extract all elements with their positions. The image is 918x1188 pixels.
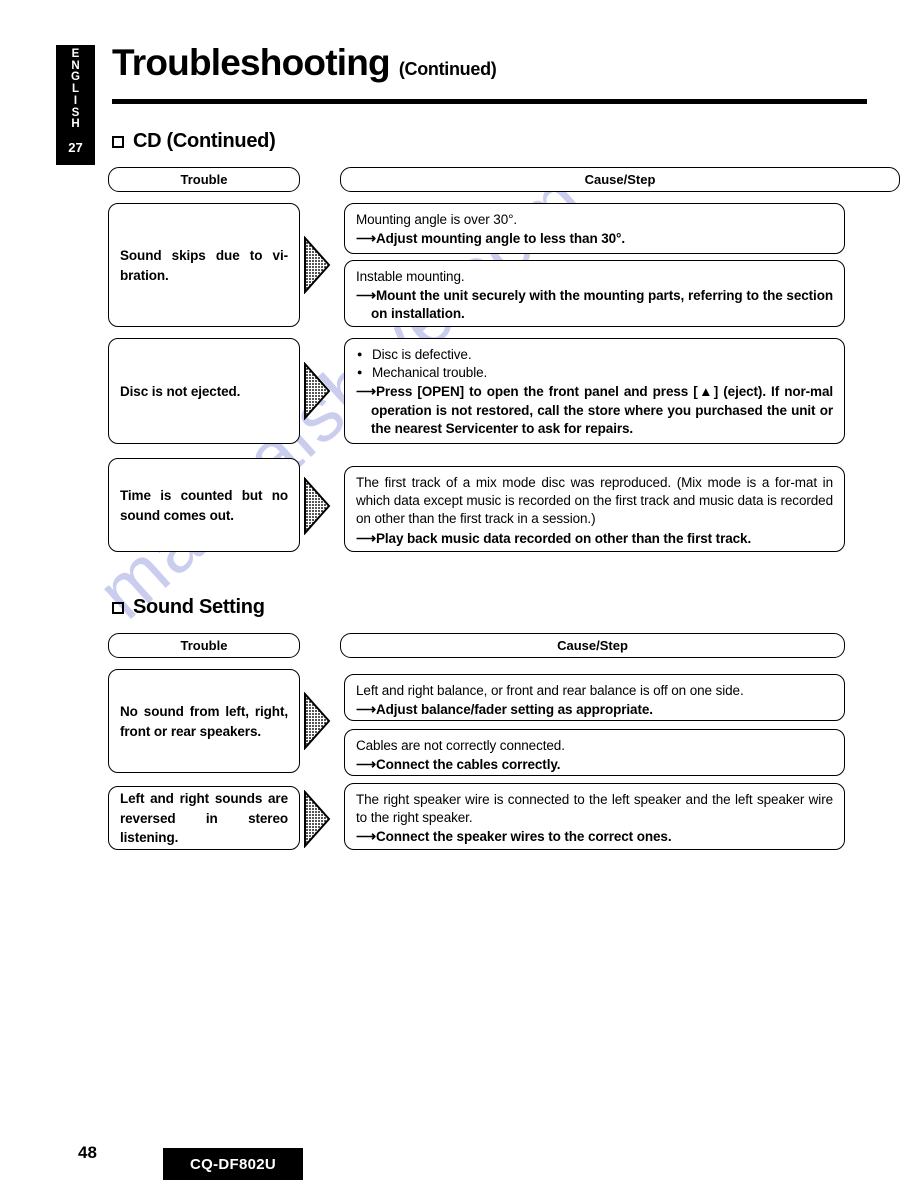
trouble-cell: Left and right sounds are reversed in st… (108, 786, 300, 850)
cause-line-action: ⟶Connect the speaker wires to the correc… (356, 828, 672, 845)
cause-line: The right speaker wire is connected to t… (356, 792, 833, 826)
page-title: Troubleshooting (Continued) (112, 42, 497, 83)
cause-cell: Instable mounting. ⟶Mount the unit secur… (344, 260, 845, 327)
trouble-cell: No sound from left, right, front or rear… (108, 669, 300, 773)
cause-line: Mounting angle is over 30°. (356, 212, 518, 227)
trouble-cell: Disc is not ejected. (108, 338, 300, 444)
model-badge: CQ-DF802U (163, 1148, 303, 1180)
cause-line: Instable mounting. (356, 269, 465, 284)
cause-cell: The first track of a mix mode disc was r… (344, 466, 845, 552)
flow-arrow-icon (303, 477, 331, 535)
section-heading-label: CD (Continued) (133, 130, 276, 152)
section-marker-icon (112, 601, 124, 614)
flow-arrow-icon (303, 790, 331, 848)
cause-line: Left and right balance, or front and rea… (356, 683, 744, 698)
column-header-trouble-label: Trouble (180, 172, 228, 187)
action-arrow-icon: ⟶ (356, 230, 376, 247)
cause-line: The first track of a mix mode disc was r… (356, 475, 833, 527)
action-arrow-icon: ⟶ (356, 287, 376, 304)
action-arrow-icon: ⟶ (356, 701, 376, 718)
chapter-number: 27 (68, 140, 83, 156)
cause-line-action: ⟶Mount the unit securely with the mounti… (356, 287, 833, 322)
cause-cell: The right speaker wire is connected to t… (344, 783, 845, 850)
page-title-main: Troubleshooting (112, 42, 391, 83)
language-letter: E (71, 48, 80, 60)
column-header-cause-label: Cause/Step (557, 638, 628, 653)
trouble-text: Left and right sounds are reversed in st… (120, 791, 288, 846)
flow-arrow-icon (303, 362, 331, 420)
page-title-subtitle: (Continued) (398, 59, 497, 79)
cause-line: Disc is defective. (356, 346, 833, 364)
section-marker-icon (112, 135, 124, 148)
action-arrow-icon: ⟶ (356, 529, 376, 546)
section-heading-cd: CD (Continued) (112, 130, 276, 153)
trouble-text: Sound skips due to vi-bration. (120, 247, 288, 283)
section-heading-sound-setting: Sound Setting (112, 596, 265, 619)
title-divider (112, 99, 867, 104)
language-letter: H (71, 118, 80, 131)
trouble-cell: Time is counted but no sound comes out. (108, 458, 300, 552)
column-header-trouble-label: Trouble (180, 638, 228, 653)
cause-line-action: ⟶Connect the cables correctly. (356, 756, 561, 773)
action-arrow-icon: ⟶ (356, 756, 376, 773)
column-header-cause: Cause/Step (340, 167, 900, 192)
language-letter: I (73, 94, 78, 107)
trouble-text: Disc is not ejected. (120, 383, 241, 399)
cause-cell: Mounting angle is over 30°. ⟶Adjust moun… (344, 203, 845, 254)
column-header-trouble: Trouble (108, 633, 300, 658)
action-arrow-icon: ⟶ (356, 383, 376, 400)
cause-line-action: ⟶Adjust balance/fader setting as appropr… (356, 701, 653, 718)
column-header-cause-label: Cause/Step (584, 172, 656, 187)
column-header-cause: Cause/Step (340, 633, 845, 658)
trouble-text: Time is counted but no sound comes out. (120, 487, 288, 523)
cause-cell: Cables are not correctly connected. ⟶Con… (344, 729, 845, 776)
language-side-tab: E N G L I S H 27 (56, 45, 95, 165)
column-header-trouble: Trouble (108, 167, 300, 192)
cause-line: Cables are not correctly connected. (356, 738, 565, 753)
cause-cell: Left and right balance, or front and rea… (344, 674, 845, 721)
manual-page: E N G L I S H 27 Troubleshooting (Contin… (0, 0, 918, 1188)
cause-line-action: ⟶Adjust mounting angle to less than 30°. (356, 230, 626, 247)
trouble-text: No sound from left, right, front or rear… (120, 703, 288, 739)
language-letters: E N G L I S H (71, 48, 80, 131)
cause-line: Mechanical trouble. (356, 364, 833, 382)
cause-cell: Disc is defective. Mechanical trouble. ⟶… (344, 338, 845, 444)
cause-line-action: ⟶Press [OPEN] to open the front panel an… (356, 383, 833, 436)
flow-arrow-icon (303, 692, 331, 750)
section-heading-label: Sound Setting (133, 596, 265, 618)
action-arrow-icon: ⟶ (356, 828, 376, 845)
page-number: 48 (78, 1143, 97, 1162)
flow-arrow-icon (303, 236, 331, 294)
cause-line-action: ⟶Play back music data recorded on other … (356, 529, 752, 546)
trouble-cell: Sound skips due to vi-bration. (108, 203, 300, 327)
